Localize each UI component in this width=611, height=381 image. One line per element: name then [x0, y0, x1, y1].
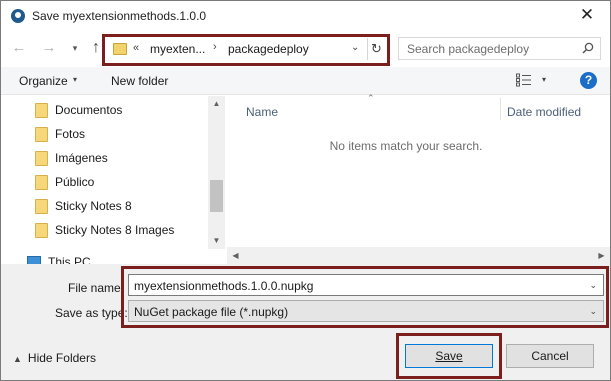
address-dropdown-icon[interactable]: ⌄ [351, 42, 359, 53]
recent-locations-chevron-icon[interactable]: ▾ [66, 39, 84, 57]
window-title: Save myextensionmethods.1.0.0 [32, 9, 207, 23]
hide-folders-label: Hide Folders [27, 351, 96, 365]
folder-icon [35, 175, 48, 190]
cancel-button[interactable]: Cancel [506, 344, 594, 368]
help-icon[interactable]: ? [580, 72, 597, 89]
command-bar: Organize ▾ New folder ▾ ? [1, 67, 610, 95]
address-bar[interactable]: « myexten... › packagedeploy ⌄ ↻ [105, 37, 387, 63]
column-header-name[interactable]: Name [246, 105, 278, 119]
organize-dropdown-icon[interactable]: ▾ [73, 75, 77, 84]
save-button-highlight [396, 333, 502, 379]
search-placeholder: Search packagedeploy [407, 42, 530, 56]
folder-icon [35, 223, 48, 238]
save-dialog: Save myextensionmethods.1.0.0 ✕ ← → ▾ ↑ … [0, 0, 611, 381]
view-dropdown-icon[interactable]: ▾ [542, 75, 546, 84]
sort-indicator-icon: ⌃ [367, 93, 375, 103]
organize-button[interactable]: Organize [19, 74, 68, 88]
file-list: ⌃ Name Date modified No items match your… [227, 93, 610, 249]
folder-icon [35, 127, 48, 142]
sidebar-item-sticky-notes-8[interactable]: Sticky Notes 8 [1, 194, 207, 218]
sidebar-item-label: Imágenes [55, 151, 108, 165]
navigation-pane: Documentos Fotos Imágenes Público Sticky… [1, 96, 225, 269]
column-header-date-modified[interactable]: Date modified [507, 105, 581, 119]
navigation-pane-scrollbar[interactable]: ▲ ▼ [208, 96, 225, 249]
scroll-right-arrow-icon[interactable]: ▶ [593, 247, 610, 264]
breadcrumb-item[interactable]: myexten... [150, 42, 205, 56]
sidebar-item-label: Sticky Notes 8 [55, 199, 132, 213]
scroll-left-arrow-icon[interactable]: ◀ [227, 247, 244, 264]
file-list-horizontal-scrollbar[interactable]: ◀ ▶ [227, 247, 610, 264]
sidebar-item-sticky-notes-8-images[interactable]: Sticky Notes 8 Images [1, 218, 207, 242]
sidebar-item-label: Documentos [55, 103, 123, 117]
title-bar: Save myextensionmethods.1.0.0 ✕ [1, 1, 610, 31]
app-icon [11, 9, 25, 23]
sidebar-item-label: Sticky Notes 8 Images [55, 223, 175, 237]
sidebar-item-label: Fotos [55, 127, 86, 141]
sidebar-item-documentos[interactable]: Documentos [1, 98, 207, 122]
folder-icon [35, 199, 48, 214]
folder-icon [113, 43, 127, 55]
column-divider[interactable] [500, 98, 501, 120]
breadcrumb-separator-icon[interactable]: › [213, 41, 217, 53]
scroll-up-arrow-icon[interactable]: ▲ [208, 96, 225, 112]
address-bar-highlight: « myexten... › packagedeploy ⌄ ↻ [102, 34, 390, 66]
save-as-type-label: Save as type: [55, 306, 128, 320]
refresh-icon[interactable]: ↻ [367, 38, 385, 60]
back-arrow-icon[interactable]: ← [10, 39, 28, 57]
folder-icon [35, 103, 48, 118]
view-details-icon[interactable] [516, 73, 532, 87]
sidebar-item-fotos[interactable]: Fotos [1, 122, 207, 146]
sidebar-item-publico[interactable]: Público [1, 170, 207, 194]
search-input[interactable]: Search packagedeploy [398, 37, 601, 60]
hide-folders-button[interactable]: ▲ Hide Folders [13, 351, 96, 365]
empty-state-message: No items match your search. [329, 139, 483, 153]
fields-highlight [121, 266, 609, 328]
save-options-panel: File name: Save as type: myextensionmeth… [1, 264, 610, 380]
scroll-down-arrow-icon[interactable]: ▼ [208, 233, 225, 249]
search-icon [582, 42, 594, 54]
close-button[interactable]: ✕ [572, 4, 602, 28]
forward-arrow-icon[interactable]: → [40, 39, 58, 57]
navigation-bar: ← → ▾ ↑ « myexten... › packagedeploy ⌄ ↻… [1, 31, 610, 67]
new-folder-button[interactable]: New folder [111, 74, 168, 88]
overflow-chevrons-icon[interactable]: « [133, 42, 139, 54]
breadcrumb-item-current[interactable]: packagedeploy [228, 42, 309, 56]
folder-icon [35, 151, 48, 166]
file-name-label: File name: [68, 281, 125, 295]
sidebar-item-imagenes[interactable]: Imágenes [1, 146, 207, 170]
scrollbar-thumb[interactable] [210, 180, 223, 212]
sidebar-item-label: Público [55, 175, 95, 189]
chevron-up-icon: ▲ [13, 354, 22, 364]
